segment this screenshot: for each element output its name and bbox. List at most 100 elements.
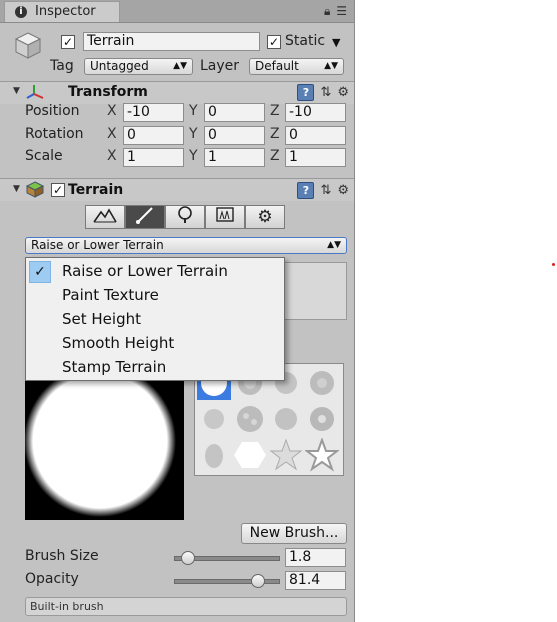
- axis-y-label[interactable]: Y: [189, 148, 198, 164]
- lock-icon[interactable]: 🔒︎: [324, 4, 330, 18]
- tag-dropdown[interactable]: Untagged ▲▼: [84, 58, 193, 75]
- static-label[interactable]: Static: [285, 33, 325, 49]
- opacity-field[interactable]: 81.4: [285, 571, 346, 590]
- static-checkbox[interactable]: ✓: [267, 35, 281, 49]
- axis-x-label[interactable]: X: [107, 103, 117, 119]
- chevron-updown-icon: ▲▼: [173, 61, 187, 71]
- rotation-label: Rotation: [25, 126, 84, 142]
- position-y-field[interactable]: 0: [204, 103, 265, 122]
- layer-value: Default: [255, 59, 299, 73]
- tree-icon: [174, 206, 196, 228]
- position-label: Position: [25, 103, 80, 119]
- brush-noise-3[interactable]: [269, 402, 303, 436]
- tab-inspector[interactable]: i Inspector: [4, 1, 120, 22]
- axis-z-label[interactable]: Z: [270, 126, 280, 142]
- gameobject-icon: [13, 30, 43, 60]
- axis-x-label[interactable]: X: [107, 148, 117, 164]
- new-brush-button[interactable]: New Brush...: [241, 523, 347, 544]
- chevron-updown-icon: ▲▼: [327, 240, 341, 250]
- brush-size-label: Brush Size: [25, 548, 99, 564]
- preset-icon[interactable]: ⇅: [320, 183, 331, 198]
- red-dot-marker: [552, 263, 555, 266]
- scale-z-field[interactable]: 1: [285, 148, 346, 167]
- menu-item-label: Smooth Height: [62, 334, 175, 352]
- active-checkbox[interactable]: ✓: [61, 35, 75, 49]
- transform-title: Transform: [68, 84, 148, 100]
- mountain-icon: [93, 208, 117, 228]
- transform-header-icons: ? ⇅ ⚙: [297, 84, 349, 101]
- rotation-z-field[interactable]: 0: [285, 126, 346, 145]
- static-dropdown-arrow-icon[interactable]: ▼: [332, 36, 340, 49]
- terrain-header[interactable]: ▼ ✓ Terrain ? ⇅ ⚙: [0, 178, 354, 202]
- brush-soft-3[interactable]: [305, 366, 339, 400]
- transform-icon: [26, 84, 44, 104]
- axis-x-label[interactable]: X: [107, 126, 117, 142]
- preset-icon[interactable]: ⇅: [320, 85, 331, 100]
- detail-tool-button[interactable]: [205, 205, 245, 229]
- terrain-enabled-checkbox[interactable]: ✓: [51, 183, 65, 197]
- menu-item-stamp-terrain[interactable]: Stamp Terrain: [27, 356, 283, 378]
- builtin-brush-label: Built-in brush: [30, 600, 104, 613]
- brush-star-outline[interactable]: [304, 437, 340, 472]
- foldout-arrow-icon[interactable]: ▼: [13, 86, 20, 96]
- rotation-y-field[interactable]: 0: [204, 126, 265, 145]
- axis-z-label[interactable]: Z: [270, 103, 280, 119]
- tree-tool-button[interactable]: [165, 205, 205, 229]
- menu-icon[interactable]: ☰: [336, 4, 347, 18]
- position-x-field[interactable]: -10: [123, 103, 184, 122]
- raise-terrain-tool-button[interactable]: [85, 205, 125, 229]
- axis-y-label[interactable]: Y: [189, 126, 198, 142]
- info-icon: i: [15, 6, 27, 18]
- terrain-header-icons: ? ⇅ ⚙: [297, 182, 349, 199]
- inspector-panel: i Inspector 🔒︎ ☰ ✓ Terrain ✓ Static ▼ Ta…: [0, 0, 355, 622]
- opacity-label: Opacity: [25, 571, 79, 587]
- settings-tool-button[interactable]: ⚙: [245, 205, 285, 229]
- layer-label: Layer: [200, 58, 240, 74]
- brush-noise-4[interactable]: [305, 402, 339, 436]
- grass-icon: [214, 207, 236, 228]
- builtin-brush-box: Built-in brush: [25, 597, 347, 616]
- layer-dropdown[interactable]: Default ▲▼: [249, 58, 344, 75]
- brush-star-soft[interactable]: [269, 438, 303, 472]
- window-controls: 🔒︎ ☰: [324, 4, 347, 19]
- chevron-updown-icon: ▲▼: [324, 61, 338, 71]
- tool-description-box: [280, 262, 347, 320]
- menu-item-raise-lower[interactable]: ✓ Raise or Lower Terrain: [27, 260, 283, 283]
- terrain-component-icon: [25, 181, 45, 202]
- brush-grass[interactable]: [197, 438, 231, 472]
- tab-bar: i Inspector 🔒︎ ☰: [0, 0, 354, 23]
- menu-item-label: Set Height: [62, 310, 141, 328]
- scale-x-field[interactable]: 1: [123, 148, 184, 167]
- help-icon[interactable]: ?: [297, 84, 315, 101]
- brush-size-field[interactable]: 1.8: [285, 548, 346, 567]
- gear-icon[interactable]: ⚙: [337, 183, 349, 198]
- brush-size-slider-handle[interactable]: [181, 551, 196, 565]
- object-name-field[interactable]: Terrain: [83, 32, 260, 51]
- help-icon[interactable]: ?: [297, 182, 315, 199]
- menu-item-set-height[interactable]: Set Height: [27, 308, 283, 330]
- brush-noise-2[interactable]: [233, 402, 267, 436]
- transform-header[interactable]: ▼ Transform ? ⇅ ⚙: [0, 81, 354, 104]
- menu-item-label: Raise or Lower Terrain: [62, 262, 228, 280]
- scale-y-field[interactable]: 1: [204, 148, 265, 167]
- brush-preview: [25, 381, 184, 520]
- rotation-x-field[interactable]: 0: [123, 126, 184, 145]
- brush-noise-1[interactable]: [197, 402, 231, 436]
- brush-hexagon[interactable]: [233, 438, 267, 472]
- scale-label: Scale: [25, 148, 63, 164]
- menu-item-label: Stamp Terrain: [62, 358, 167, 376]
- opacity-slider-handle[interactable]: [251, 574, 266, 588]
- position-z-field[interactable]: -10: [285, 103, 346, 122]
- axis-z-label[interactable]: Z: [270, 148, 280, 164]
- gear-icon[interactable]: ⚙: [337, 85, 349, 100]
- menu-item-label: Paint Texture: [62, 286, 159, 304]
- checkmark-icon: ✓: [29, 261, 51, 283]
- terrain-mode-dropdown[interactable]: Raise or Lower Terrain ▲▼: [25, 237, 347, 254]
- foldout-arrow-icon[interactable]: ▼: [13, 184, 20, 194]
- brush-icon: [134, 207, 156, 228]
- menu-item-smooth-height[interactable]: Smooth Height: [27, 332, 283, 354]
- menu-item-paint-texture[interactable]: Paint Texture: [27, 284, 283, 306]
- paint-tool-button[interactable]: [125, 205, 165, 229]
- terrain-mode-value: Raise or Lower Terrain: [31, 238, 164, 252]
- axis-y-label[interactable]: Y: [189, 103, 198, 119]
